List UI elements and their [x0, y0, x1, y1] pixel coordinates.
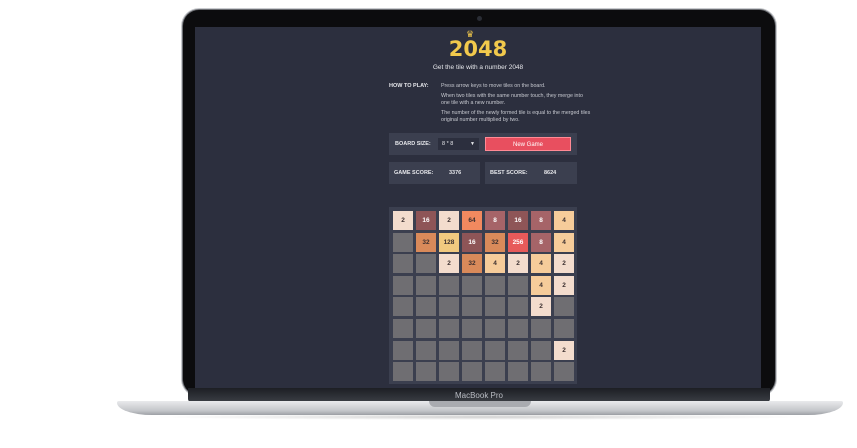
- empty-cell: [508, 319, 528, 338]
- best-score-panel: BEST SCORE: 8624: [485, 162, 577, 184]
- tile: 16: [462, 232, 482, 252]
- lid-notch: [429, 401, 531, 407]
- empty-cell: [508, 297, 528, 317]
- controls-panel: BOARD SIZE: 8 * 8 ▼ New Game: [389, 133, 577, 155]
- game-subtitle: Get the tile with a number 2048: [432, 64, 524, 71]
- empty-cell: [554, 319, 574, 338]
- empty-cell: [439, 275, 459, 295]
- game-score-label: GAME SCORE:: [394, 170, 434, 176]
- board-size-select[interactable]: 8 * 8 ▼: [438, 138, 479, 150]
- empty-cell: [462, 340, 482, 360]
- tile: 2: [554, 275, 574, 295]
- empty-cell: [393, 275, 413, 295]
- empty-cell: [439, 297, 459, 317]
- empty-cell: [416, 254, 436, 274]
- empty-cell: [462, 319, 482, 338]
- game-board[interactable]: 2 16 2 64 8 16 8 4 32 128 16 32 256 8 4 2 32 4 2 4 2 4 2 2 2: [389, 207, 577, 384]
- tile: 4: [531, 275, 551, 295]
- laptop-hinge: MacBook Pro: [188, 388, 770, 402]
- empty-cell: [393, 297, 413, 317]
- tile: 32: [462, 254, 482, 274]
- tile: 128: [439, 232, 459, 252]
- empty-cell: [462, 275, 482, 295]
- tile: 2: [393, 211, 413, 230]
- tile: 32: [416, 232, 436, 252]
- how-to-play-line: Press arrow keys to move tiles on the bo…: [441, 83, 546, 89]
- tile: 16: [416, 211, 436, 230]
- tile: 4: [531, 254, 551, 274]
- tile: 16: [508, 211, 528, 230]
- empty-cell: [462, 362, 482, 382]
- empty-cell: [462, 297, 482, 317]
- tile: 4: [554, 232, 574, 252]
- tile: 64: [462, 211, 482, 230]
- empty-cell: [531, 340, 551, 360]
- best-score-label: BEST SCORE:: [490, 170, 528, 176]
- tile: 2: [531, 297, 551, 317]
- empty-cell: [485, 340, 505, 360]
- empty-cell: [416, 340, 436, 360]
- tile: 8: [531, 211, 551, 230]
- tile: 4: [485, 254, 505, 274]
- empty-cell: [508, 340, 528, 360]
- tile: 2: [508, 254, 528, 274]
- new-game-button[interactable]: New Game: [485, 137, 571, 151]
- empty-cell: [393, 232, 413, 252]
- empty-cell: [531, 319, 551, 338]
- tile: 4: [554, 211, 574, 230]
- empty-cell: [416, 362, 436, 382]
- empty-cell: [439, 362, 459, 382]
- board-size-label: BOARD SIZE:: [395, 141, 431, 147]
- empty-cell: [531, 362, 551, 382]
- how-to-play-line: The number of the newly formed tile is e…: [441, 110, 591, 123]
- tile: 2: [554, 340, 574, 360]
- laptop-shadow: [150, 414, 810, 420]
- empty-cell: [554, 297, 574, 317]
- game-score-value: 3376: [449, 170, 462, 176]
- tile: 256: [508, 232, 528, 252]
- chevron-down-icon: ▼: [470, 141, 475, 147]
- laptop-screen: ♛ 2048 Get the tile with a number 2048 H…: [195, 27, 761, 393]
- empty-cell: [485, 275, 505, 295]
- tile: 32: [485, 232, 505, 252]
- empty-cell: [508, 362, 528, 382]
- laptop-base: [117, 401, 843, 415]
- tile: 2: [439, 254, 459, 274]
- camera-icon: [477, 16, 482, 21]
- empty-cell: [416, 275, 436, 295]
- empty-cell: [416, 319, 436, 338]
- tile: 8: [531, 232, 551, 252]
- tile: 8: [485, 211, 505, 230]
- model-label: MacBook Pro: [454, 391, 504, 400]
- tile: 2: [439, 211, 459, 230]
- empty-cell: [416, 297, 436, 317]
- game-score-panel: GAME SCORE: 3376: [389, 162, 480, 184]
- empty-cell: [393, 362, 413, 382]
- best-score-value: 8624: [544, 170, 557, 176]
- game-title: 2048: [448, 37, 508, 61]
- how-to-play-line: When two tiles with the same number touc…: [441, 93, 583, 106]
- empty-cell: [508, 275, 528, 295]
- empty-cell: [554, 362, 574, 382]
- tile: 2: [554, 254, 574, 274]
- empty-cell: [393, 340, 413, 360]
- empty-cell: [485, 319, 505, 338]
- laptop-lid: ♛ 2048 Get the tile with a number 2048 H…: [183, 10, 775, 395]
- empty-cell: [439, 340, 459, 360]
- empty-cell: [485, 297, 505, 317]
- empty-cell: [393, 319, 413, 338]
- how-to-play-label: HOW TO PLAY:: [389, 83, 429, 89]
- empty-cell: [439, 319, 459, 338]
- board-size-value: 8 * 8: [442, 141, 454, 147]
- empty-cell: [485, 362, 505, 382]
- empty-cell: [393, 254, 413, 274]
